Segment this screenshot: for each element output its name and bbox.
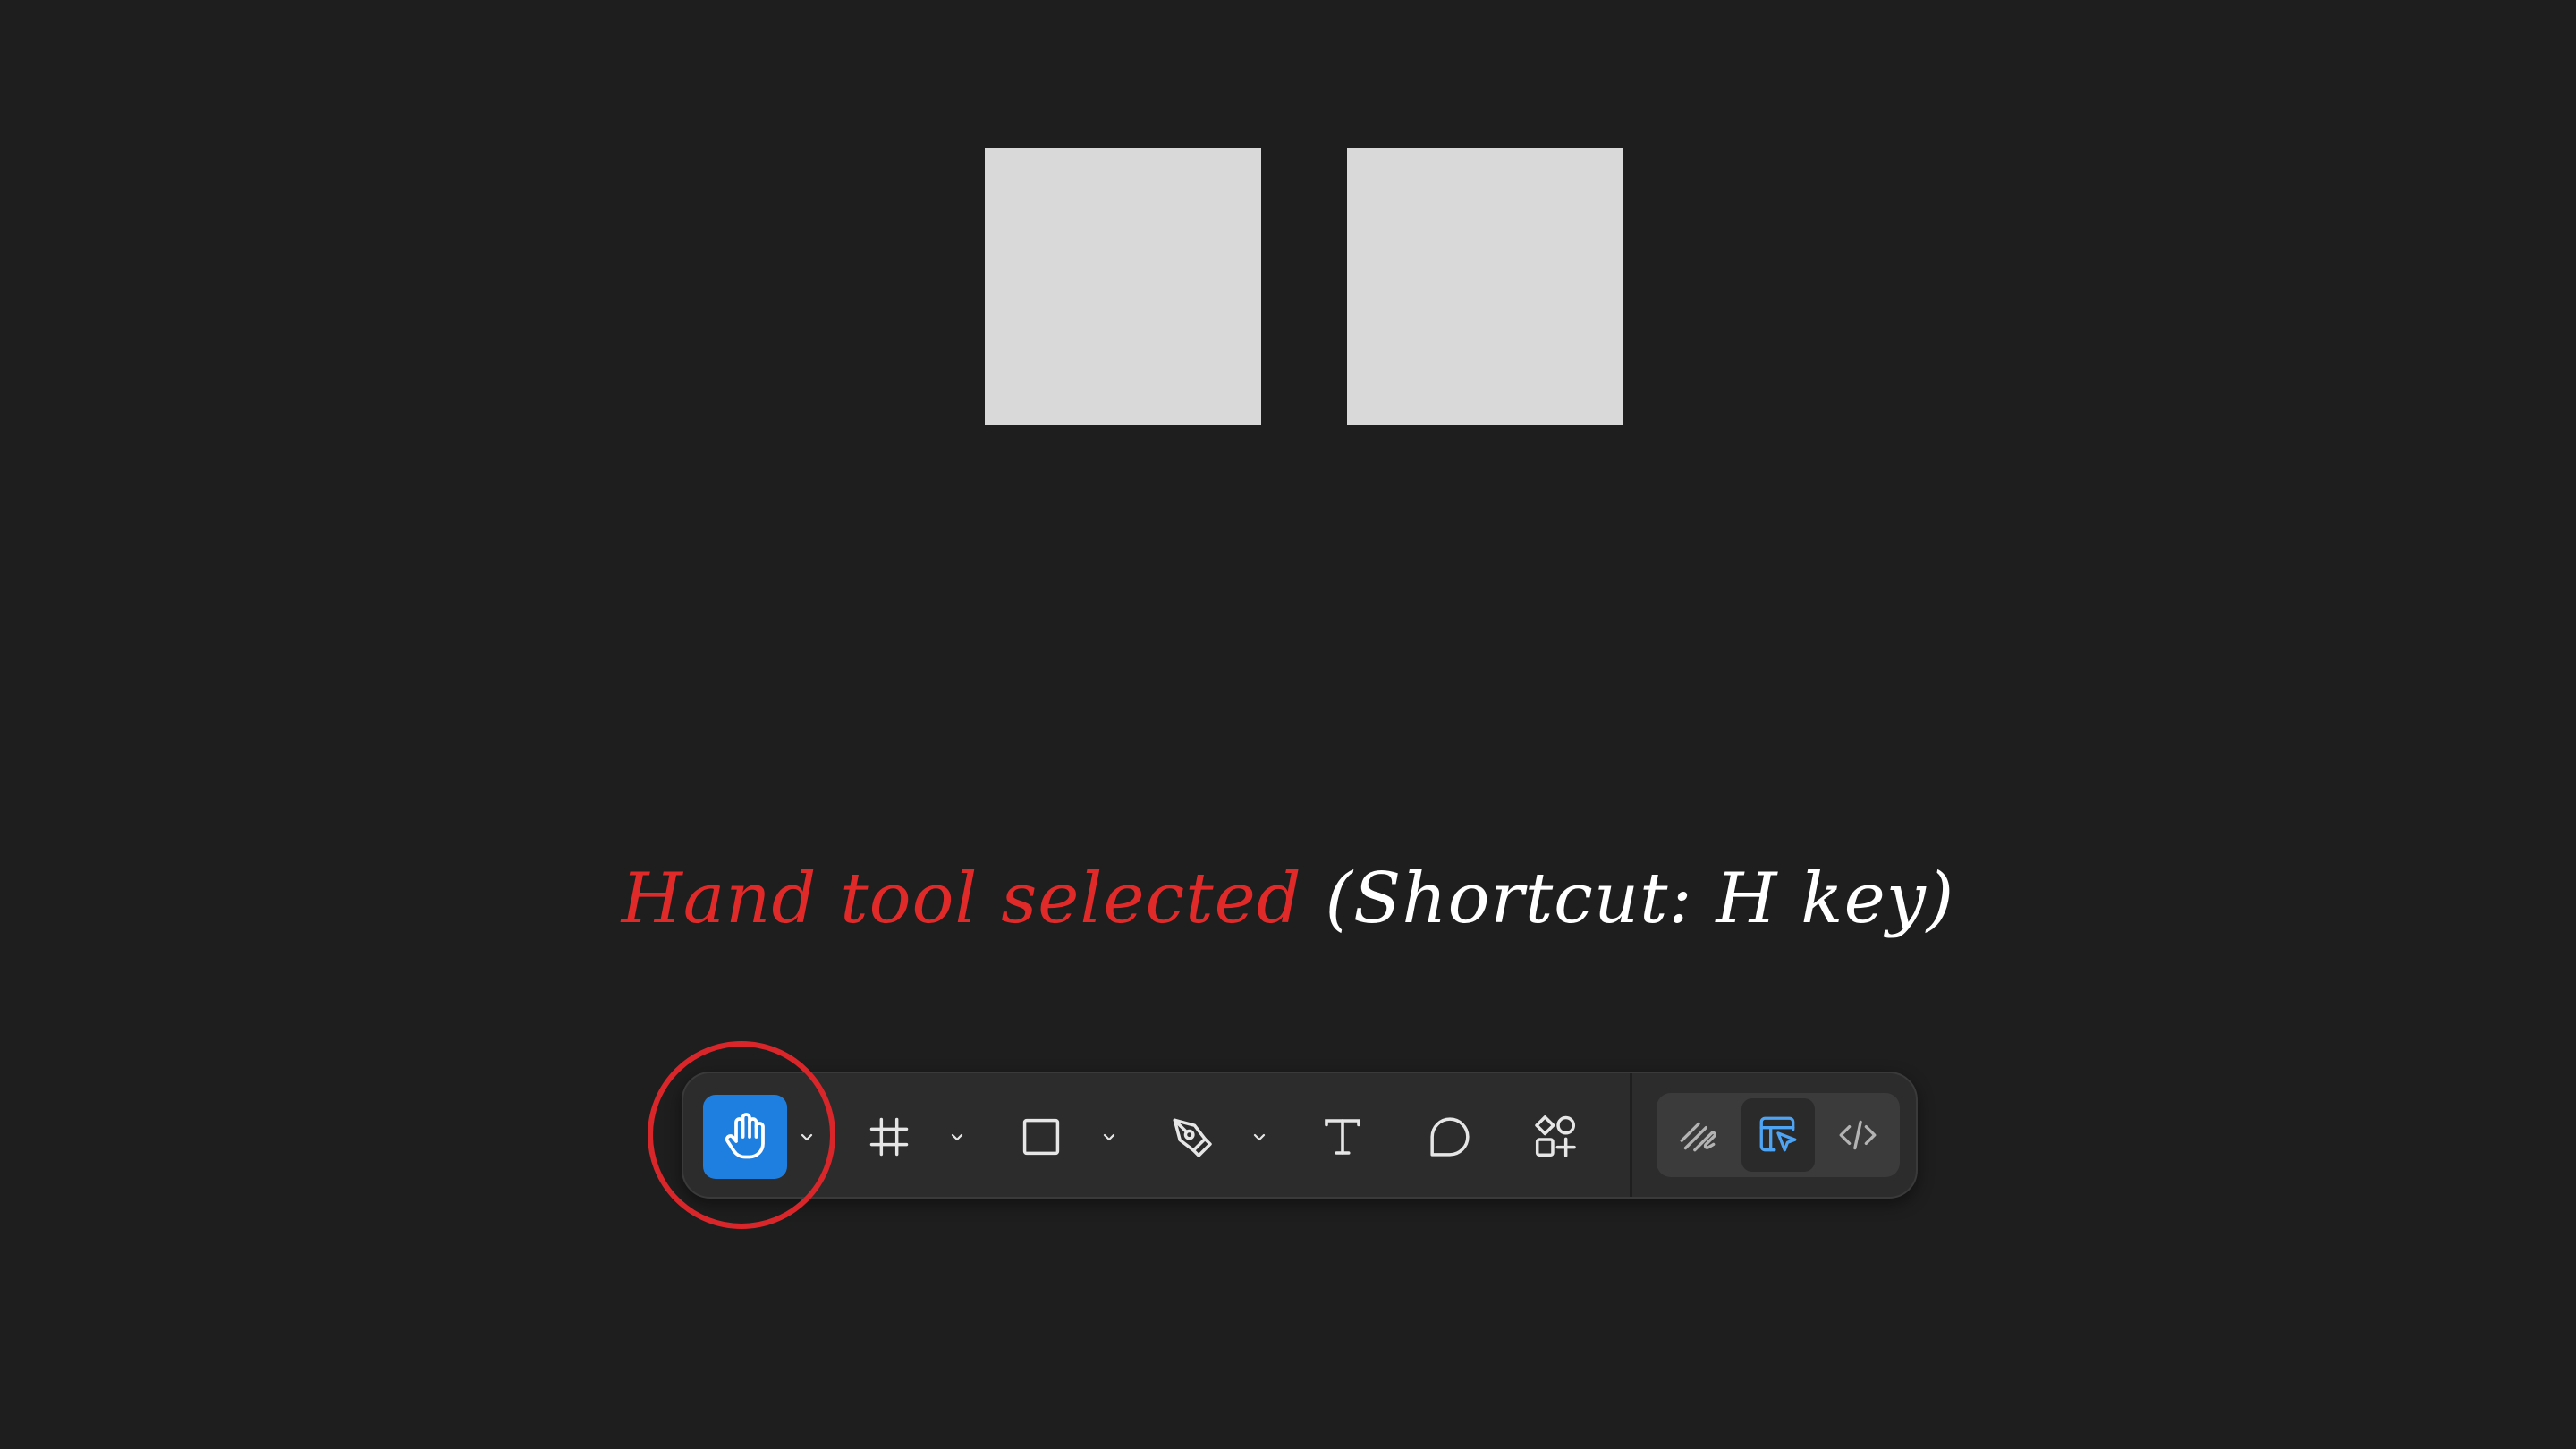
chevron-down-icon [1103,1133,1115,1141]
chevron-down-icon [801,1133,813,1141]
annotation-shortcut: (Shortcut: H key) [1301,859,1955,939]
pen-tool-dropdown[interactable] [1245,1095,1274,1179]
frame-tool-dropdown[interactable] [943,1095,971,1179]
pen-tool-button[interactable] [1156,1095,1227,1179]
assets-tool-button[interactable] [1517,1095,1594,1179]
hand-tool-dropdown[interactable] [792,1095,821,1179]
pen-icon [1173,1118,1212,1157]
frame-right[interactable] [1347,148,1623,425]
draw-mode-button[interactable] [1662,1098,1735,1172]
hand-tool-button[interactable] [703,1095,787,1179]
rectangle-icon [1022,1118,1060,1156]
design-mode-button[interactable] [1741,1098,1815,1172]
text-icon [1325,1119,1360,1155]
shape-tool-button[interactable] [1005,1095,1077,1179]
comment-bubble-icon [1430,1117,1470,1157]
code-icon [1839,1120,1877,1150]
mode-switcher [1657,1093,1900,1177]
scribble-icon [1680,1122,1717,1152]
dev-mode-button[interactable] [1821,1098,1894,1172]
canvas[interactable] [0,0,2576,1449]
toolbar-divider [1630,1073,1632,1197]
frame-tool-button[interactable] [853,1095,925,1179]
shapes-plus-icon [1535,1115,1576,1157]
chevron-down-icon [951,1133,963,1141]
frame-left[interactable] [985,148,1261,425]
bottom-toolbar [682,1072,1918,1199]
shape-tool-dropdown[interactable] [1095,1095,1123,1179]
comment-tool-button[interactable] [1411,1095,1488,1179]
design-layout-icon [1759,1116,1797,1152]
annotation-highlight: Hand tool selected [621,859,1302,939]
text-tool-button[interactable] [1304,1095,1381,1179]
hash-frame-icon [869,1117,909,1157]
chevron-down-icon [1253,1133,1266,1141]
tutorial-annotation: Hand tool selected (Shortcut: H key) [0,859,2576,939]
hand-icon [724,1113,765,1159]
